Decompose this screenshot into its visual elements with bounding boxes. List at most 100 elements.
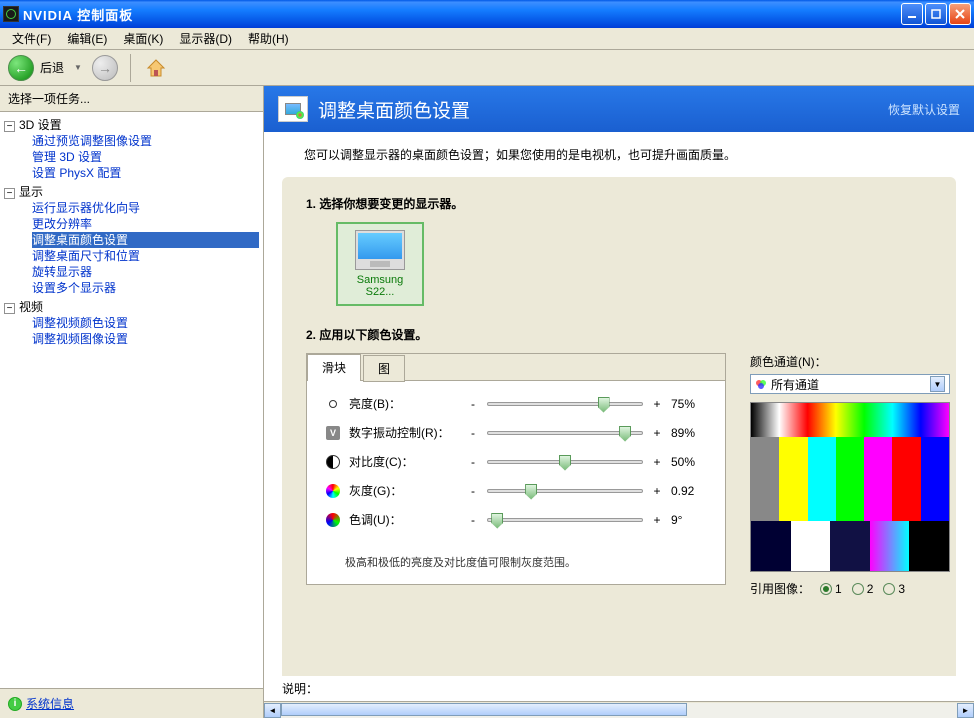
monitor-icon [355,230,405,270]
page-description: 您可以调整显示器的桌面颜色设置；如果您使用的是电视机，也可提升画面质量。 [264,132,974,177]
page-header: 调整桌面颜色设置 恢复默认设置 [264,86,974,132]
back-label: 后退 [40,59,64,76]
scroll-track[interactable] [281,703,957,718]
brightness-icon [325,396,341,412]
collapse-icon[interactable]: − [4,303,15,314]
channel-label: 颜色通道(N)： [750,353,950,370]
tree-link-color[interactable]: 调整桌面颜色设置 [32,232,259,248]
step2-title: 2. 应用以下颜色设置。 [306,326,932,343]
title-bar: NVIDIA 控制面板 [0,0,974,28]
system-info-link[interactable]: 系统信息 [26,695,74,712]
gamma-label: 灰度(G)： [349,482,459,499]
horizontal-scrollbar[interactable]: ◄ ► [264,701,974,718]
slider-row-dvc: V 数字振动控制(R)： - + 89% [325,424,707,441]
menu-desktop[interactable]: 桌面(K) [115,28,171,49]
dvc-slider[interactable] [487,431,643,435]
hue-value: 9° [671,513,707,527]
restore-defaults-link[interactable]: 恢复默认设置 [888,101,960,118]
ref-label: 引用图像： [750,580,810,597]
gamma-value: 0.92 [671,484,707,498]
page-header-icon [278,96,308,122]
hue-slider[interactable] [487,518,643,522]
color-settings-row: 滑块 图 亮度(B)： - + 75% V [306,353,932,597]
menu-bar: 文件(F) 编辑(E) 桌面(K) 显示器(D) 帮助(H) [0,28,974,50]
tree-link-vcolor[interactable]: 调整视频颜色设置 [32,315,259,331]
window-buttons [901,3,971,25]
channel-value: 所有通道 [771,376,819,393]
dvc-value: 89% [671,426,707,440]
brightness-slider[interactable] [487,402,643,406]
contrast-icon [325,454,341,470]
tree-link-vimage[interactable]: 调整视频图像设置 [32,331,259,347]
tree-link-rotate[interactable]: 旋转显示器 [32,264,259,280]
tree-link-preview[interactable]: 通过预览调整图像设置 [32,133,259,149]
tree-link-sizepos[interactable]: 调整桌面尺寸和位置 [32,248,259,264]
sidebar-footer: i 系统信息 [0,688,263,718]
home-button[interactable] [143,55,169,81]
step1-title: 1. 选择你想要变更的显示器。 [306,195,932,212]
plus-icon: + [651,426,663,440]
plus-icon: + [651,484,663,498]
tree-link-manage3d[interactable]: 管理 3D 设置 [32,149,259,165]
tab-slider[interactable]: 滑块 [307,354,361,381]
contrast-slider[interactable] [487,460,643,464]
monitor-selector[interactable]: Samsung S22... [336,222,424,306]
slider-note: 极高和极低的亮度及对比度值可限制灰度范围。 [307,554,725,584]
plus-icon: + [651,397,663,411]
window-title: NVIDIA 控制面板 [23,5,901,24]
ref-radio-2[interactable] [852,583,864,595]
main-area: 选择一项任务... −3D 设置 通过预览调整图像设置 管理 3D 设置 设置 … [0,86,974,718]
minus-icon: - [467,455,479,469]
menu-file[interactable]: 文件(F) [4,28,59,49]
hue-label: 色调(U)： [349,511,459,528]
close-button[interactable] [949,3,971,25]
collapse-icon[interactable]: − [4,188,15,199]
gamma-icon [325,483,341,499]
tab-strip: 滑块 图 [307,354,725,381]
collapse-icon[interactable]: − [4,121,15,132]
tree-link-physx[interactable]: 设置 PhysX 配置 [32,165,259,181]
menu-display[interactable]: 显示器(D) [171,28,240,49]
tree-group-video: 视频 [19,300,43,314]
ref-radio-3[interactable] [883,583,895,595]
tree-link-multi[interactable]: 设置多个显示器 [32,280,259,296]
ref-label-2: 2 [867,582,874,596]
tab-graph[interactable]: 图 [363,355,405,382]
scroll-thumb[interactable] [281,703,687,716]
toolbar: ← 后退 ▼ → [0,50,974,86]
slider-list: 亮度(B)： - + 75% V 数字振动控制(R)： - + [307,381,725,554]
gamma-slider[interactable] [487,489,643,493]
scroll-right-arrow[interactable]: ► [957,703,974,718]
hue-icon [325,512,341,528]
info-icon: i [8,697,22,711]
dvc-icon: V [325,425,341,441]
slider-row-contrast: 对比度(C)： - + 50% [325,453,707,470]
sidebar-header: 选择一项任务... [0,86,263,112]
back-dropdown-icon[interactable]: ▼ [74,63,82,72]
minus-icon: - [467,484,479,498]
forward-button: → [92,55,118,81]
menu-help[interactable]: 帮助(H) [240,28,297,49]
settings-body: 1. 选择你想要变更的显示器。 Samsung S22... 2. 应用以下颜色… [282,177,956,676]
back-button[interactable]: ← [8,55,34,81]
slider-row-brightness: 亮度(B)： - + 75% [325,395,707,412]
explain-label: 说明： [264,676,974,701]
task-tree: −3D 设置 通过预览调整图像设置 管理 3D 设置 设置 PhysX 配置 −… [0,112,263,688]
ref-radio-1[interactable] [820,583,832,595]
home-icon [145,57,167,79]
minimize-button[interactable] [901,3,923,25]
scroll-left-arrow[interactable]: ◄ [264,703,281,718]
slider-row-hue: 色调(U)： - + 9° [325,511,707,528]
toolbar-separator [130,54,131,82]
menu-edit[interactable]: 编辑(E) [59,28,115,49]
slider-panel: 滑块 图 亮度(B)： - + 75% V [306,353,726,585]
content-area: 调整桌面颜色设置 恢复默认设置 您可以调整显示器的桌面颜色设置；如果您使用的是电… [264,86,974,718]
tree-link-optimize[interactable]: 运行显示器优化向导 [32,200,259,216]
page-title: 调整桌面颜色设置 [318,96,888,123]
maximize-button[interactable] [925,3,947,25]
tree-link-resolution[interactable]: 更改分辨率 [32,216,259,232]
channel-select[interactable]: 所有通道 ▼ [750,374,950,394]
plus-icon: + [651,455,663,469]
dvc-label: 数字振动控制(R)： [349,424,459,441]
dropdown-arrow-icon[interactable]: ▼ [930,376,945,392]
